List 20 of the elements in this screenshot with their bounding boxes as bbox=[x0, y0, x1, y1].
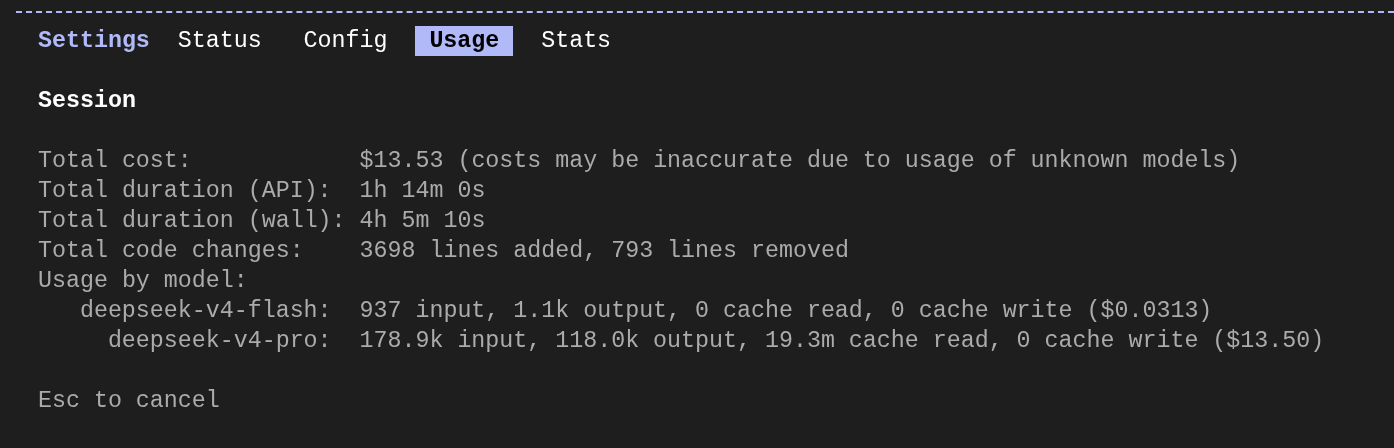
stat-label: Total duration (wall): bbox=[38, 207, 347, 236]
model-name: deepseek-v4-flash: bbox=[79, 297, 332, 326]
tab[interactable]: Config bbox=[289, 26, 402, 56]
stat-label: Total duration (API): bbox=[38, 177, 333, 206]
model-usage: 937 input, 1.1k output, 0 cache read, 0 cache write ($0.0313) bbox=[359, 297, 1213, 326]
cancel-hint: Esc to cancel bbox=[38, 388, 220, 414]
model-name: deepseek-v4-pro: bbox=[107, 327, 332, 356]
stat-value: 4h 5m 10s bbox=[359, 207, 486, 236]
tab[interactable]: Stats bbox=[527, 26, 626, 56]
tab[interactable]: Usage bbox=[415, 26, 514, 56]
stat-label: Total code changes: bbox=[38, 237, 305, 266]
stat-label: Usage by model: bbox=[38, 267, 249, 296]
settings-title: Settings bbox=[38, 27, 150, 56]
stat-value: $13.53 (costs may be inaccurate due to usage of unknown models) bbox=[359, 147, 1241, 176]
model-usage: 178.9k input, 118.0k output, 19.3m cache read, 0 cache write ($13.50) bbox=[359, 327, 1325, 356]
stat-label: Total cost: bbox=[38, 147, 193, 176]
stat-value: 1h 14m 0s bbox=[359, 177, 486, 206]
section-heading: Session bbox=[38, 88, 136, 114]
tab[interactable]: Status bbox=[163, 26, 276, 56]
stat-value: 3698 lines added, 793 lines removed bbox=[359, 237, 849, 266]
